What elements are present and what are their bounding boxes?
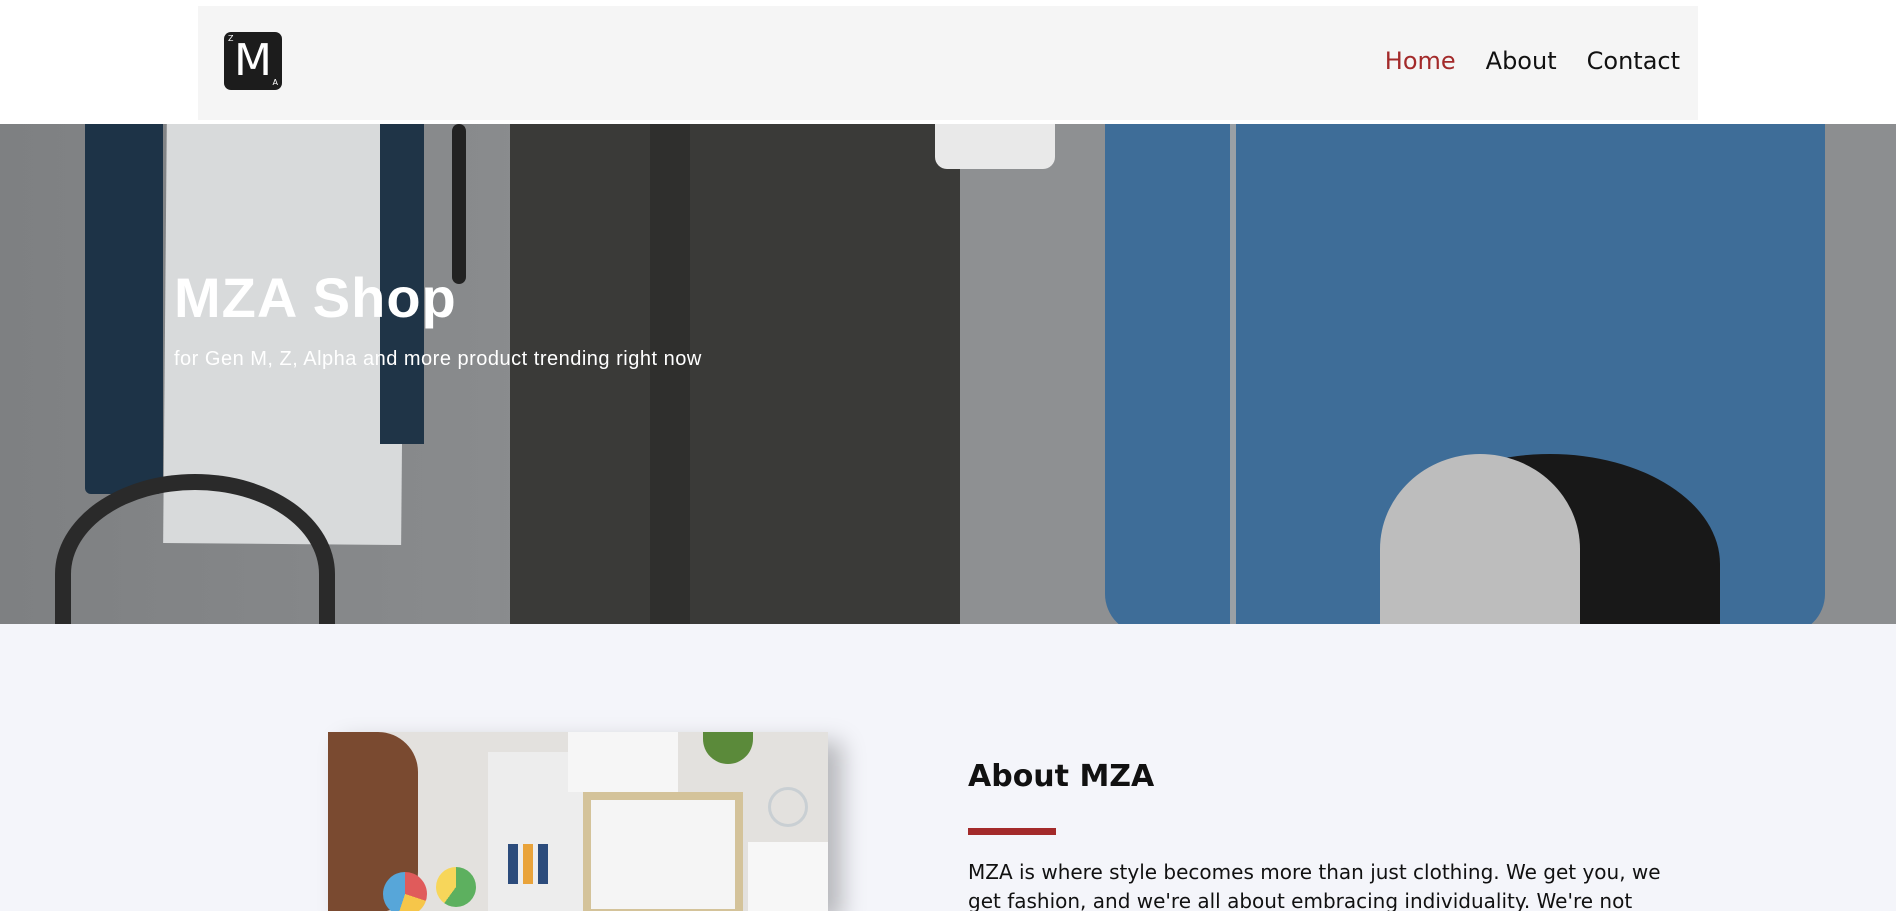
logo[interactable]: Z M A <box>224 32 282 90</box>
about-image-bars-shape <box>508 844 558 884</box>
hero-zipper-shape <box>1230 124 1236 624</box>
about-image-pie-shape <box>383 872 427 911</box>
about-image-paper-shape <box>748 842 828 911</box>
about-description: MZA is where style becomes more than jus… <box>968 860 1661 911</box>
nav-about-link[interactable]: About <box>1486 46 1557 76</box>
about-image-paper-shape <box>568 732 678 792</box>
hero-subtitle: for Gen M, Z, Alpha and more product tre… <box>174 348 702 370</box>
navbar: Z M A Home About Contact <box>198 6 1698 120</box>
logo-letter-a: A <box>272 78 278 87</box>
about-image-pie-shape <box>436 867 476 907</box>
main-nav: Home About Contact <box>1355 46 1680 76</box>
about-image <box>328 732 828 911</box>
hero-pants-shape <box>510 124 960 624</box>
about-divider <box>968 828 1056 835</box>
hero-cloth-shape <box>935 124 1055 169</box>
about-image-glass-shape <box>768 787 808 827</box>
about-image-plant-shape <box>703 732 753 764</box>
nav-contact-link[interactable]: Contact <box>1587 46 1680 76</box>
about-title: About MZA <box>968 759 1155 794</box>
about-image-frame-shape <box>583 792 743 911</box>
hero-background-image <box>0 124 1896 624</box>
hero-title: MZA Shop <box>174 266 457 329</box>
hero-pants-fold-shape <box>650 124 690 624</box>
hero-pen-shape <box>452 124 466 284</box>
nav-home-link[interactable]: Home <box>1385 46 1456 76</box>
hero-scarf-shape <box>85 124 163 494</box>
hero-banner: MZA Shop for Gen M, Z, Alpha and more pr… <box>0 124 1896 624</box>
header-bar: Z M A Home About Contact <box>0 0 1896 124</box>
